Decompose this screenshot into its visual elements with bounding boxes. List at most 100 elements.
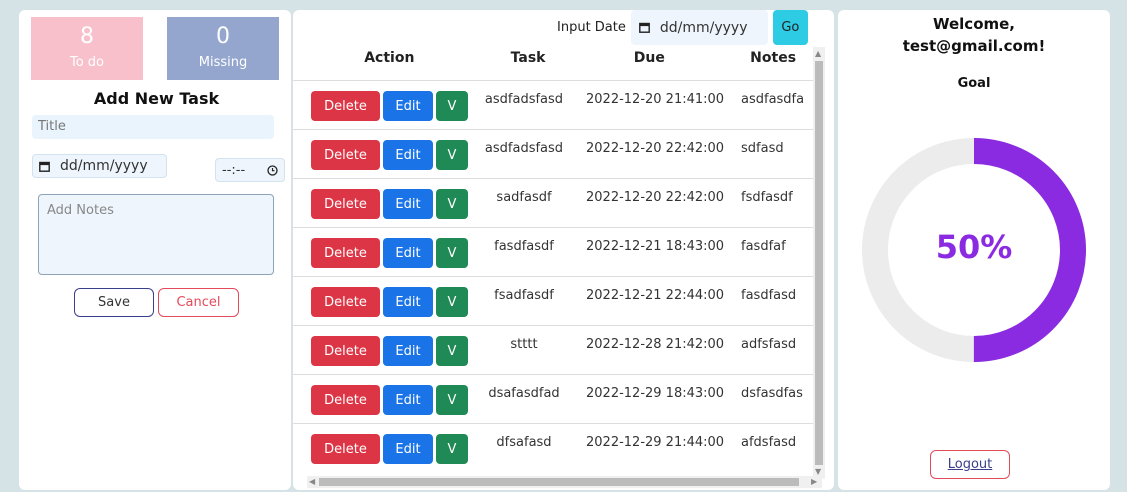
task-cell: fsadfasdf — [494, 288, 554, 303]
notes-placeholder: Add Notes — [47, 203, 114, 218]
profile-panel: Welcome, test@gmail.com! Goal 50% Logout — [838, 10, 1110, 490]
save-button[interactable]: Save — [74, 288, 154, 317]
table-row: Delete Edit V dfsafasd 2022-12-29 21:44:… — [293, 423, 818, 472]
add-task-panel: 8 To do 0 Missing Add New Task Title dd/… — [19, 10, 291, 490]
edit-button[interactable]: Edit — [383, 336, 433, 366]
delete-button[interactable]: Delete — [311, 336, 380, 366]
task-time-placeholder: --:-- — [222, 162, 246, 178]
view-button[interactable]: V — [436, 385, 468, 415]
user-email: test@gmail.com! — [902, 37, 1046, 55]
scroll-left-icon[interactable]: ◀ — [309, 477, 315, 486]
filter-date-placeholder: dd/mm/yyyy — [659, 19, 748, 36]
header-notes: Notes — [750, 50, 797, 66]
horizontal-scrollbar[interactable]: ◀ ▶ — [307, 476, 822, 488]
missing-label: Missing — [198, 55, 248, 70]
table-row: Delete Edit V sadfasdf 2022-12-20 22:42:… — [293, 178, 818, 227]
task-cell: asdfadsfasd — [484, 141, 564, 156]
table-row: Delete Edit V stttt 2022-12-28 21:42:00 … — [293, 325, 818, 374]
cancel-button[interactable]: Cancel — [158, 288, 239, 317]
goal-label: Goal — [957, 76, 991, 91]
due-cell: 2022-12-20 21:41:00 — [586, 92, 725, 107]
view-button[interactable]: V — [436, 287, 468, 317]
missing-count: 0 — [216, 24, 230, 49]
notes-textarea[interactable]: Add Notes — [38, 194, 274, 275]
add-task-heading: Add New Task — [93, 89, 220, 108]
due-cell: 2022-12-28 21:42:00 — [586, 337, 725, 352]
view-button[interactable]: V — [436, 336, 468, 366]
notes-cell: fasdfasd — [741, 288, 797, 303]
missing-stat-card: 0 Missing — [167, 17, 279, 80]
task-cell: sadfasdf — [496, 190, 552, 205]
notes-cell: fasdfaf — [741, 239, 786, 254]
welcome-message: Welcome, test@gmail.com! — [838, 13, 1110, 57]
todo-label: To do — [69, 55, 105, 70]
edit-button[interactable]: Edit — [383, 434, 433, 464]
notes-cell: asdfasdfa — [741, 92, 805, 107]
task-cell: asdfadsfasd — [484, 92, 564, 107]
due-cell: 2022-12-20 22:42:00 — [586, 190, 725, 205]
header-due: Due — [633, 50, 665, 66]
goal-percent: 50% — [935, 228, 1013, 266]
task-cell: dsafasdfad — [488, 386, 560, 401]
header-task: Task — [510, 50, 546, 66]
view-button[interactable]: V — [436, 189, 468, 219]
table-row: Delete Edit V asdfadsfasd 2022-12-20 22:… — [293, 129, 818, 178]
table-row: Delete Edit V asdfadsfasd 2022-12-20 21:… — [293, 80, 818, 129]
header-action: Action — [364, 50, 415, 66]
due-cell: 2022-12-29 21:44:00 — [586, 435, 725, 450]
todo-count: 8 — [80, 24, 94, 49]
edit-button[interactable]: Edit — [383, 189, 433, 219]
filter-date-label: Input Date — [557, 20, 626, 35]
scroll-down-icon[interactable]: ▼ — [815, 467, 821, 476]
edit-button[interactable]: Edit — [383, 385, 433, 415]
table-row: Delete Edit V fasdfasdf 2022-12-21 18:43… — [293, 227, 818, 276]
edit-button[interactable]: Edit — [383, 238, 433, 268]
task-cell: dfsafasd — [496, 435, 552, 450]
due-cell: 2022-12-29 18:43:00 — [586, 386, 725, 401]
task-date-input[interactable]: dd/mm/yyyy — [32, 154, 167, 178]
notes-cell: sdfasd — [741, 141, 784, 156]
table-row: Delete Edit V fsadfasdf 2022-12-21 22:44… — [293, 276, 818, 325]
logout-button[interactable]: Logout — [930, 450, 1010, 479]
notes-cell: adfsfasd — [741, 337, 797, 352]
due-cell: 2022-12-21 22:44:00 — [586, 288, 725, 303]
table-row: Delete Edit V dsafasdfad 2022-12-29 18:4… — [293, 374, 818, 423]
view-button[interactable]: V — [436, 140, 468, 170]
view-button[interactable]: V — [436, 91, 468, 121]
edit-button[interactable]: Edit — [383, 140, 433, 170]
date-filter-bar: Input Date dd/mm/yyyy Go — [557, 10, 808, 45]
delete-button[interactable]: Delete — [311, 140, 380, 170]
task-date-placeholder: dd/mm/yyyy — [60, 158, 148, 174]
clock-icon — [267, 164, 278, 176]
calendar-icon — [638, 22, 650, 33]
delete-button[interactable]: Delete — [311, 91, 380, 121]
task-time-input[interactable]: --:-- — [215, 158, 285, 182]
calendar-icon — [39, 161, 50, 172]
view-button[interactable]: V — [436, 238, 468, 268]
notes-cell: fsdfasdf — [741, 190, 793, 205]
task-table-panel: Input Date dd/mm/yyyy Go Action Task Due… — [293, 10, 834, 490]
scroll-right-icon[interactable]: ▶ — [811, 477, 817, 486]
edit-button[interactable]: Edit — [383, 287, 433, 317]
delete-button[interactable]: Delete — [311, 189, 380, 219]
delete-button[interactable]: Delete — [311, 238, 380, 268]
due-cell: 2022-12-21 18:43:00 — [586, 239, 725, 254]
task-cell: stttt — [510, 337, 538, 352]
title-input[interactable]: Title — [32, 115, 274, 139]
filter-date-input[interactable]: dd/mm/yyyy — [630, 10, 768, 45]
vertical-scrollbar[interactable]: ▲ ▼ — [813, 47, 825, 479]
view-button[interactable]: V — [436, 434, 468, 464]
edit-button[interactable]: Edit — [383, 91, 433, 121]
title-placeholder: Title — [38, 119, 66, 134]
delete-button[interactable]: Delete — [311, 385, 380, 415]
welcome-text: Welcome, — [932, 15, 1016, 33]
delete-button[interactable]: Delete — [311, 287, 380, 317]
scroll-up-icon[interactable]: ▲ — [815, 49, 821, 58]
horizontal-scroll-thumb[interactable] — [319, 478, 799, 486]
notes-cell: dsfasdfas — [741, 386, 803, 401]
go-button[interactable]: Go — [772, 10, 808, 45]
task-cell: fasdfasdf — [494, 239, 554, 254]
notes-cell: afdsfasd — [741, 435, 797, 450]
delete-button[interactable]: Delete — [311, 434, 380, 464]
vertical-scroll-thumb[interactable] — [815, 61, 823, 465]
